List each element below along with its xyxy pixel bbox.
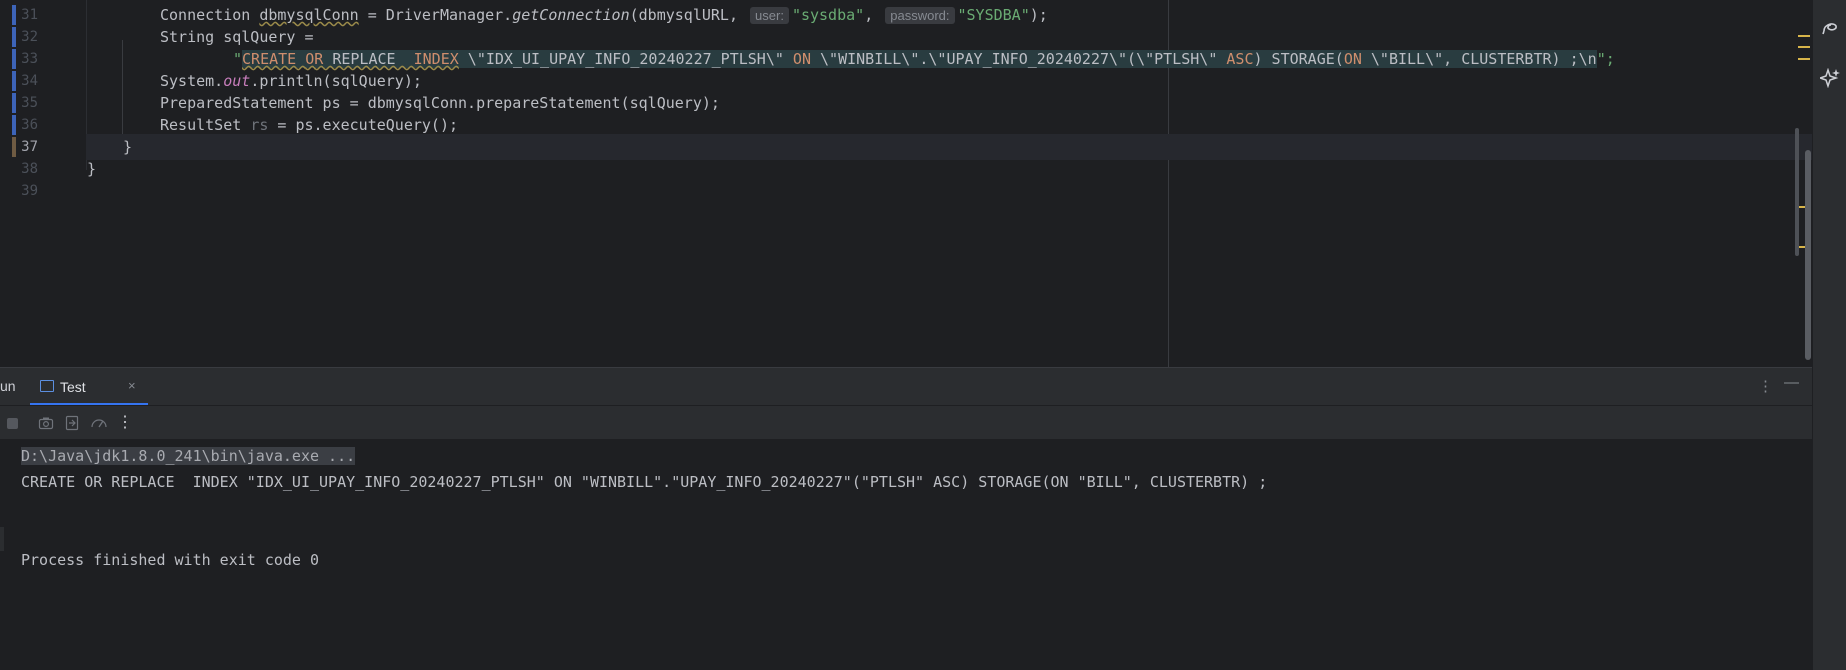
console-line-output: CREATE OR REPLACE INDEX "IDX_UI_UPAY_INF… [21,473,1268,491]
ai-swirl-icon[interactable] [1819,18,1841,40]
close-icon[interactable]: × [128,378,136,393]
code-token: "sysdba" [791,6,865,24]
sparkle-icon[interactable] [1817,67,1841,90]
right-tool-strip [1812,0,1846,670]
warning-mark[interactable] [1798,46,1810,48]
code-token: \"IDX_UI_UPAY_INFO_20240227_PTLSH\" [458,50,793,68]
run-toolbar: ⋮ [0,405,1812,440]
code-area[interactable]: Connection dbmysqlConn = DriverManager.g… [86,0,1812,367]
parameter-hint: password: [885,7,955,24]
code-token: ON [792,50,811,68]
code-token: "SYSDBA" [957,6,1030,24]
code-token: , [864,6,883,24]
stop-icon[interactable] [7,418,18,429]
code-token: "; [1596,50,1615,68]
run-window-header: un Test × ⋮ — [0,367,1812,406]
code-token: rs [250,116,269,134]
vcs-change-marker[interactable] [12,49,16,69]
code-token: } [87,160,97,178]
console-fold-marker [0,527,4,551]
warning-mark[interactable] [1798,58,1810,60]
code-token: ); [1029,6,1048,24]
code-token: ResultSet [160,116,251,134]
vertical-scrollbar[interactable] [1805,150,1811,360]
code-token: ) STORAGE( [1253,50,1344,68]
more-icon[interactable]: ⋮ [117,415,133,431]
console-command-text[interactable]: D:\Java\jdk1.8.0_241\bin\java.exe ... [21,447,356,465]
code-token: .println(sqlQuery); [250,72,422,90]
code-editor[interactable]: 31 32 33 34 35 36 37 38 39 Connection db… [0,0,1812,367]
options-icon[interactable]: ⋮ [1758,377,1773,395]
console-line-command: D:\Java\jdk1.8.0_241\bin\java.exe ... [21,443,356,469]
vcs-change-marker[interactable] [12,27,16,47]
camera-icon[interactable] [38,415,54,431]
console-tab-icon [40,380,54,392]
restore-icon[interactable] [64,415,80,431]
code-token: " [233,50,243,68]
code-token: INDEX [413,50,459,68]
tab-label: Test [60,379,86,395]
vcs-change-marker[interactable] [12,115,16,135]
minimize-icon[interactable]: — [1784,374,1799,391]
run-tool-window: un Test × ⋮ — ⋮ D:\Java\jdk1.8.0_241\bin… [0,367,1812,670]
line-number: 39 [21,183,38,199]
code-token: ASC [1226,50,1254,68]
code-token: REPLACE [323,50,414,68]
run-window-title: un [0,378,16,394]
speedometer-icon[interactable] [90,415,107,431]
vcs-change-marker[interactable] [12,137,16,157]
code-token: \"BILL\", CLUSTERBTR) ;\n [1361,50,1597,68]
code-token: getConnection [512,6,630,24]
code-token: \"WINBILL\".\"UPAY_INFO_20240227\"(\"PTL… [810,50,1227,68]
console-output[interactable]: D:\Java\jdk1.8.0_241\bin\java.exe ... CR… [0,439,1812,670]
code-token: Connection [160,6,260,24]
line-number-gutter[interactable]: 31 32 33 34 35 36 37 38 39 [0,0,86,367]
console-line-exit: Process finished with exit code 0 [21,551,320,569]
code-token: OR [305,50,324,68]
vertical-scrollbar-thumb[interactable] [1795,128,1799,256]
code-token: dbmysqlConn [259,6,359,24]
vcs-change-marker[interactable] [12,5,16,25]
code-token: = DriverManager. [358,6,513,24]
code-token: CREATE [242,50,297,68]
tab-test[interactable]: Test × [30,368,148,406]
vcs-change-marker[interactable] [12,71,16,91]
code-token: (dbmysqlURL, [629,6,748,24]
code-token: System. [160,72,224,90]
parameter-hint: user: [750,7,789,24]
gutter-line: 39 [0,178,86,204]
code-line[interactable]: } [86,156,1812,182]
code-token: = ps.executeQuery(); [268,116,459,134]
vcs-change-marker[interactable] [12,93,16,113]
code-token: ON [1343,50,1362,68]
warning-mark[interactable] [1798,35,1810,37]
code-token: out [223,72,251,90]
